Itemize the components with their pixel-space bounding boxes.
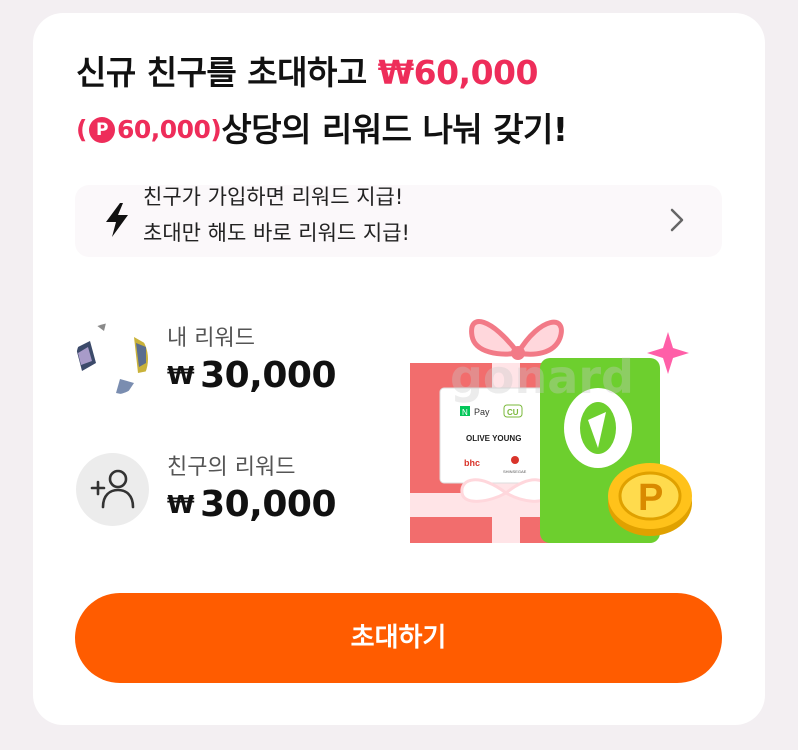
notice-line-bottom: 초대만 해도 바로 리워드 지급! xyxy=(143,221,410,245)
friend-reward-value: 30,000 xyxy=(200,484,336,525)
friend-reward-label: 친구의 리워드 xyxy=(167,455,296,480)
lightning-icon xyxy=(106,203,128,237)
point-amount-value: 60,000) xyxy=(116,115,222,144)
npay-logo-text: N xyxy=(462,408,468,417)
headline-text: 신규 친구를 초대하고 xyxy=(76,53,378,92)
my-reward-label: 내 리워드 xyxy=(167,326,255,351)
brand-shinsegae: SHINSEGAE xyxy=(503,469,527,474)
paren-open: ( xyxy=(76,115,87,144)
my-reward-amount: ₩30,000 xyxy=(167,355,336,396)
page-title: 신규 친구를 초대하고 ₩60,000 ( P 60,000) 상당의 리워드 … xyxy=(76,53,736,169)
brand-npay: Pay xyxy=(474,407,490,417)
chevron-right-icon[interactable] xyxy=(670,208,684,232)
gift-illustration: N Pay CU OLIVE YOUNG bhc SHINSEGAE P xyxy=(410,319,692,543)
notice-line-top: 친구가 가입하면 리워드 지급! xyxy=(143,185,404,209)
point-amount: ( P 60,000) xyxy=(76,115,222,144)
point-icon: P xyxy=(88,116,115,143)
friend-reward-amount: ₩30,000 xyxy=(167,484,336,525)
notice-ticker: 친구가 가입하면 리워드 지급! 초대만 해도 바로 리워드 지급! xyxy=(143,185,410,251)
invite-button[interactable]: 초대하기 xyxy=(75,593,722,683)
add-friend-avatar xyxy=(76,453,149,526)
watermark: gonard xyxy=(450,350,634,404)
headline-amount: ₩60,000 xyxy=(377,53,539,92)
brand-bhc: bhc xyxy=(464,458,480,468)
my-reward-value: 30,000 xyxy=(200,355,336,396)
headline-line-2: ( P 60,000) 상당의 리워드 나눠 갖기! xyxy=(76,110,736,169)
brand-cu: CU xyxy=(507,408,519,417)
won-symbol: ₩ xyxy=(167,361,195,390)
headline-line-1: 신규 친구를 초대하고 ₩60,000 xyxy=(76,53,736,112)
coin-symbol: P xyxy=(638,477,663,519)
brand-oliveyoung: OLIVE YOUNG xyxy=(466,434,521,443)
notice-banner[interactable]: 친구가 가입하면 리워드 지급! 초대만 해도 바로 리워드 지급! xyxy=(75,185,722,257)
won-symbol: ₩ xyxy=(167,490,195,519)
add-person-icon xyxy=(90,469,135,509)
profile-photo xyxy=(76,323,148,395)
avatar xyxy=(76,323,148,395)
headline-text-2: 상당의 리워드 나눠 갖기! xyxy=(221,110,568,149)
